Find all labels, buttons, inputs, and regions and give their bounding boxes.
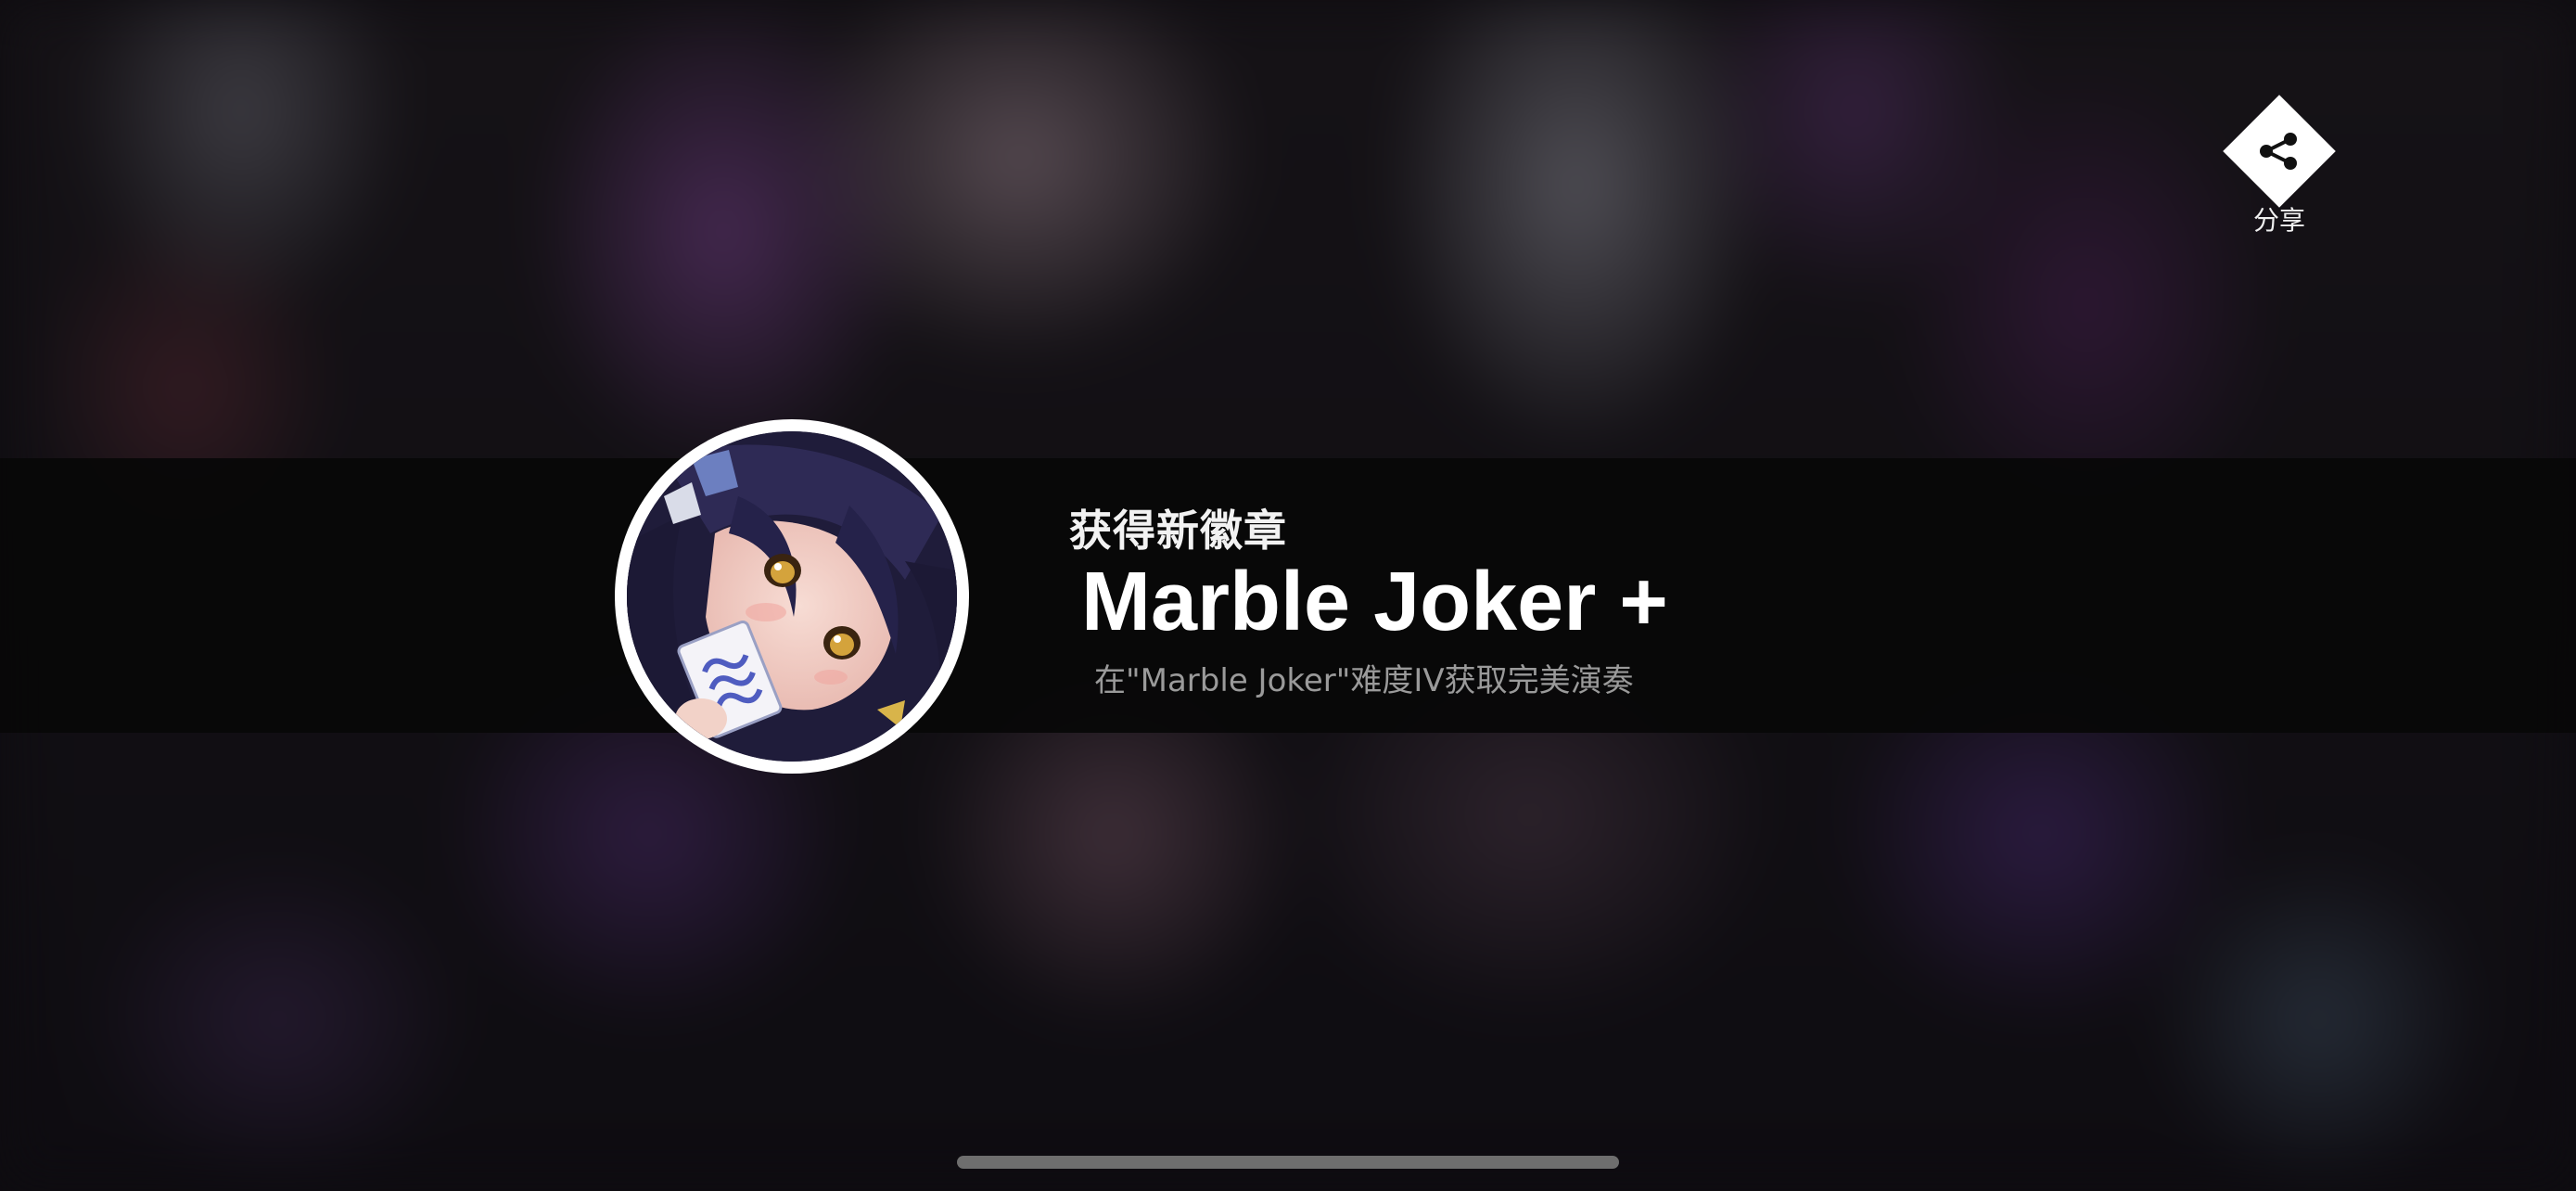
badge-character-image	[627, 431, 957, 762]
share-label: 分享	[2252, 205, 2305, 236]
share-icon	[2260, 133, 2297, 170]
new-badge-heading: 获得新徽章	[1069, 506, 1287, 556]
badge-name: Marble Joker +	[1081, 556, 1668, 648]
share-button[interactable]: 分享	[2222, 95, 2337, 236]
badge-unlock-screen: 分享 获得新徽章 Marble Joker + 在"Marble Joker"难…	[0, 0, 2576, 1191]
badge-medallion	[615, 419, 969, 774]
home-indicator[interactable]	[957, 1156, 1619, 1169]
badge-description: 在"Marble Joker"难度IV获取完美演奏	[1094, 662, 1634, 699]
